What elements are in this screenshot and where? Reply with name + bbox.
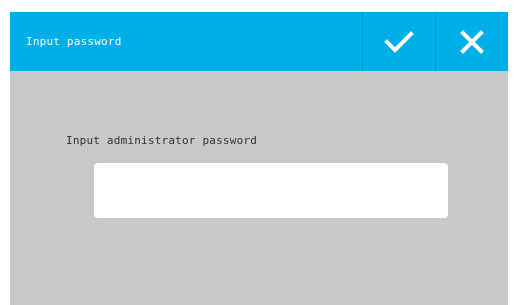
close-icon xyxy=(460,29,484,54)
password-prompt-label: Input administrator password xyxy=(66,134,258,147)
confirm-button[interactable] xyxy=(362,12,435,71)
dialog-title: Input password xyxy=(26,35,122,48)
password-dialog: Input password Input administrator passw… xyxy=(10,12,508,305)
password-input[interactable] xyxy=(94,163,448,218)
check-icon xyxy=(384,30,414,53)
dialog-header: Input password xyxy=(10,12,508,71)
cancel-button[interactable] xyxy=(435,12,508,71)
